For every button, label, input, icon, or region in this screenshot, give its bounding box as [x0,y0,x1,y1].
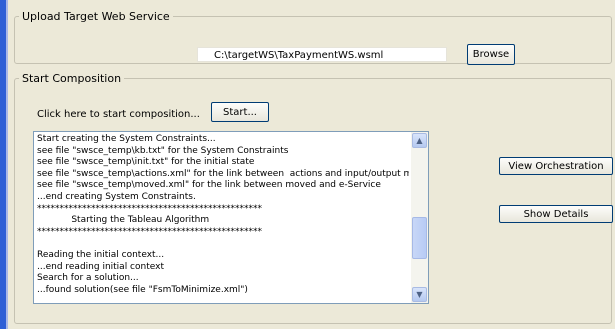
log-line: see file "swsce_temp\init.txt" for the i… [37,157,255,168]
log-line: see file "swsce_temp\moved.xml" for the … [37,180,381,191]
log-scrollbar[interactable]: ▲ ▼ [411,132,428,303]
log-line: Start creating the System Constraints... [37,134,216,144]
log-line: Starting the Tableau Algorithm [37,215,210,226]
composition-log-text: Start creating the System Constraints...… [37,134,409,303]
log-line: ...found solution(see file "FsmToMinimiz… [37,284,248,295]
log-line: see file "swsce_temp\kb.txt" for the Sys… [37,145,289,156]
left-window-edge-highlight [6,0,8,329]
log-line: Search for a solution... [37,273,139,284]
scroll-down-arrow-icon[interactable]: ▼ [412,287,427,302]
upload-target-group: Upload Target Web Service C:\targetWS\Ta… [14,10,612,65]
log-line: Reading the initial context... [37,249,165,260]
log-line: ...end reading initial context [37,261,164,272]
log-line: ****************************************… [37,226,262,237]
scroll-up-arrow-icon[interactable]: ▲ [412,133,427,148]
scroll-thumb[interactable] [412,217,427,259]
wsml-path-field[interactable]: C:\targetWS\TaxPaymentWS.wsml [197,47,447,62]
browse-button[interactable]: Browse [467,44,515,65]
log-line: ...end creating System Constraints. [37,191,196,202]
log-line: see file "swsce_temp\actions.xml" for th… [37,168,409,179]
start-hint-label: Click here to start composition... [37,109,200,120]
composition-log[interactable]: Start creating the System Constraints...… [33,131,429,304]
start-button[interactable]: Start... [211,102,269,122]
start-composition-group: Start Composition Click here to start co… [14,72,613,324]
composition-group-legend: Start Composition [22,72,122,85]
upload-group-legend: Upload Target Web Service [22,10,170,23]
view-orchestration-button[interactable]: View Orchestration [499,157,613,175]
log-line: ****************************************… [37,203,262,214]
show-details-button[interactable]: Show Details [499,205,613,223]
